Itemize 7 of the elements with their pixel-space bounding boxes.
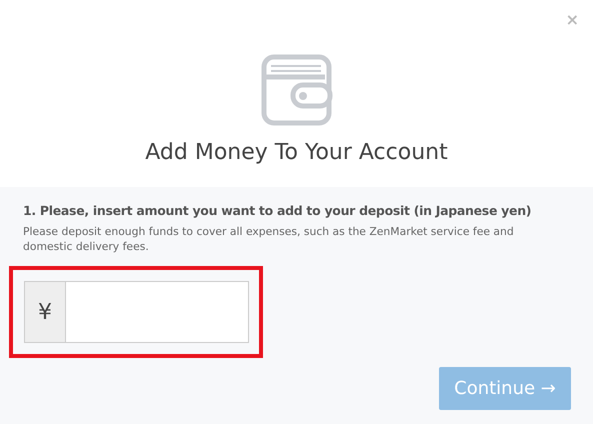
- close-button[interactable]: ×: [564, 10, 581, 29]
- dialog-title: Add Money To Your Account: [145, 140, 448, 165]
- amount-field[interactable]: ¥: [24, 281, 249, 343]
- amount-label: 1. Please, insert amount you want to add to your deposit (in Japanese yen): [23, 203, 532, 218]
- hint-text: Please deposit enough funds to cover all expenses, such as the ZenMarket service fee and domestic delivery fees.: [23, 224, 515, 254]
- wallet-icon: [260, 54, 332, 128]
- currency-addon: ¥: [25, 282, 66, 342]
